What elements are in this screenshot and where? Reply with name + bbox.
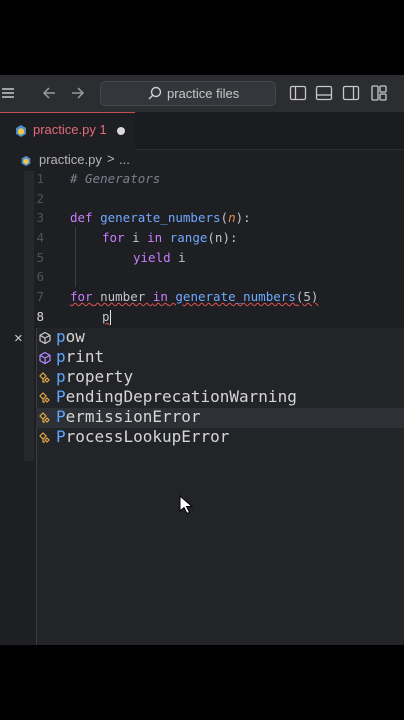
code-line-1: # Generators — [70, 171, 160, 186]
breadcrumb-file[interactable]: practice.py — [39, 152, 102, 167]
parameter: n — [228, 210, 236, 225]
line-number: 3 — [36, 210, 44, 225]
call-args: (n): — [207, 230, 238, 245]
suggestion-item[interactable]: print — [36, 347, 404, 368]
toggle-panel-icon[interactable] — [314, 83, 334, 103]
search-label: practice files — [167, 86, 240, 101]
variable: i — [124, 230, 148, 245]
cube-icon — [39, 351, 51, 365]
suggestion-label: PendingDeprecationWarning — [56, 387, 297, 406]
tab-title: practice.py 1 — [33, 122, 107, 137]
tab-bar: practice.py 1 — [0, 112, 404, 150]
code-line-7: for number in generate_numbers(5) — [70, 289, 318, 304]
editor-window: practice files practice.py 1 practice.py… — [0, 75, 404, 645]
keyword: def — [70, 210, 93, 225]
builtin-call: range — [169, 230, 208, 245]
keyword: for — [70, 289, 93, 304]
class-icon — [39, 432, 50, 443]
cube-icon — [39, 331, 51, 345]
close-suggestions-icon[interactable]: × — [14, 330, 23, 347]
text-cursor — [109, 310, 111, 325]
forward-arrow-icon[interactable] — [67, 83, 87, 103]
toggle-secondary-sidebar-icon[interactable] — [341, 83, 361, 103]
line-number: 6 — [36, 269, 44, 284]
function-call: generate_numbers — [175, 289, 296, 304]
suggestion-item[interactable]: pow — [36, 327, 404, 348]
keyword: in — [147, 230, 163, 245]
class-icon — [39, 372, 50, 383]
variable: number — [92, 289, 153, 304]
title-bar: practice files — [0, 75, 404, 112]
paren: ( — [220, 210, 229, 225]
suggestion-item-selected[interactable]: PermissionError — [36, 407, 404, 428]
class-icon — [39, 412, 50, 423]
line-number: 8 — [36, 309, 44, 324]
line-number: 7 — [36, 289, 44, 304]
code-line-4: for i in range(n): — [102, 230, 238, 245]
toggle-primary-sidebar-icon[interactable] — [288, 83, 308, 103]
code-line-5: yield i — [133, 250, 186, 265]
suggestion-item[interactable]: PendingDeprecationWarning — [36, 387, 404, 408]
line-number: 4 — [36, 230, 44, 245]
line-number: 2 — [36, 191, 44, 206]
unsaved-dot-icon[interactable] — [117, 127, 125, 135]
comment: # Generators — [70, 171, 161, 186]
menu-icon[interactable] — [0, 83, 20, 103]
line-number: 1 — [36, 171, 44, 186]
keyword: for — [102, 230, 125, 245]
python-file-icon — [21, 155, 31, 167]
python-file-icon — [16, 125, 26, 137]
paren: ): — [235, 210, 251, 225]
indent-guide — [75, 227, 76, 287]
suggestion-label: PermissionError — [56, 407, 201, 426]
suggestion-label: property — [56, 367, 134, 386]
function-name: generate_numbers — [100, 210, 221, 225]
suggestion-label: print — [56, 347, 105, 366]
class-icon — [39, 392, 50, 403]
mouse-pointer-icon — [179, 495, 193, 515]
tab-practice-py[interactable]: practice.py 1 — [0, 112, 135, 150]
breadcrumb-separator: > — [107, 151, 115, 166]
suggestion-label: ProcessLookupError — [56, 427, 230, 446]
call-args: (5) — [295, 289, 319, 304]
search-icon — [148, 86, 162, 100]
variable: i — [170, 250, 186, 265]
code-line-3: def generate_numbers(n): — [70, 210, 251, 225]
search-box[interactable]: practice files — [100, 81, 276, 106]
breadcrumb-symbols[interactable]: ... — [119, 152, 130, 167]
line-number: 5 — [36, 250, 44, 265]
keyword: yield — [133, 250, 171, 265]
customize-layout-icon[interactable] — [369, 83, 389, 103]
suggestion-label: pow — [56, 327, 85, 346]
suggestion-item[interactable]: property — [36, 367, 404, 388]
suggestion-item[interactable]: ProcessLookupError — [36, 427, 404, 448]
typed-text: p — [102, 309, 110, 324]
breadcrumb: practice.py > ... — [0, 149, 404, 171]
keyword: in — [152, 289, 168, 304]
back-arrow-icon[interactable] — [40, 83, 60, 103]
error-underline: for number in generate_numbers(5) — [70, 289, 318, 304]
code-line-8: p — [102, 309, 111, 325]
